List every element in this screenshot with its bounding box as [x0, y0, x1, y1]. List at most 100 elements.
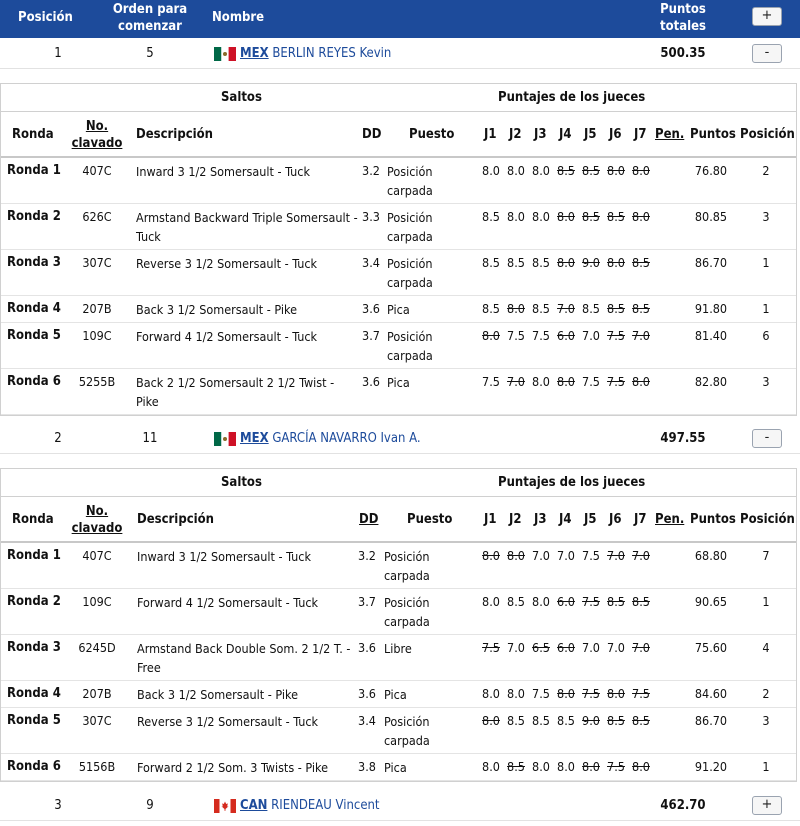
detail-column-header: Ronda No. clavado Descripción DD Puesto J1 J2 J… [1, 112, 796, 158]
judge-score: 8.0 [482, 548, 500, 563]
col-pen[interactable]: Pen. [655, 127, 684, 142]
athlete-name[interactable]: GARCÍA NAVARRO Ivan A. [269, 431, 420, 446]
judge-score: 8.0 [532, 759, 550, 774]
dive-round: Ronda 4 [7, 686, 61, 701]
athlete-name-link[interactable]: MEX BERLIN REYES Kevin [214, 46, 391, 61]
dive-position: Posición carpada [387, 329, 433, 363]
dive-points: 81.40 [694, 328, 728, 343]
dive-description: Back 2 1/2 Somersault 2 1/2 Twist - Pike [136, 375, 335, 409]
col-posicion: Posición [740, 512, 795, 527]
judge-score: 8.0 [557, 374, 575, 389]
dive-round: Ronda 6 [7, 374, 61, 389]
athlete-name-link[interactable]: CAN RIENDEAU Vincent [214, 798, 380, 813]
athlete-row[interactable]: 3 9 CAN RIENDEAU Vincent 462.70 + [0, 791, 800, 821]
col-j5: J5 [584, 127, 597, 142]
athlete-start-order: 9 [146, 798, 154, 813]
detail-group-header: Saltos Puntajes de los jueces [1, 84, 796, 112]
dive-row: Ronda 2 109C Forward 4 1/2 Somersault - Tu… [1, 589, 796, 635]
judge-score: 8.5 [507, 594, 525, 609]
athlete-name-link[interactable]: MEX GARCÍA NAVARRO Ivan A. [214, 431, 421, 446]
col-j2: J2 [509, 512, 522, 527]
mexico-flag-icon [214, 432, 236, 446]
dive-number: 407C [82, 163, 112, 178]
athlete-name[interactable]: BERLIN REYES Kevin [269, 46, 391, 61]
judge-score: 8.0 [557, 759, 575, 774]
judge-score: 7.5 [607, 374, 625, 389]
expand-all-button[interactable]: + [752, 7, 782, 26]
col-no-clavado[interactable]: No. clavado [71, 503, 123, 537]
group-header-puntajes: Puntajes de los jueces [498, 90, 646, 105]
judge-score: 8.5 [557, 713, 575, 728]
judge-score: 8.5 [507, 713, 525, 728]
collapse-button[interactable]: - [752, 429, 782, 448]
dive-rank: 1 [762, 759, 770, 774]
athlete-position: 3 [54, 798, 62, 813]
judge-score: 8.0 [507, 209, 525, 224]
col-no-clavado[interactable]: No. clavado [71, 118, 123, 152]
dive-dd: 3.7 [358, 594, 376, 609]
athlete-noc[interactable]: CAN [240, 798, 267, 813]
judge-score: 8.0 [607, 163, 625, 178]
dive-position: Posición carpada [384, 549, 430, 583]
col-descripcion: Descripción [136, 127, 213, 142]
judge-score: 7.0 [582, 640, 600, 655]
dive-number: 307C [82, 255, 112, 270]
dive-description: Reverse 3 1/2 Somersault - Tuck [137, 714, 319, 729]
judge-score: 7.0 [607, 640, 625, 655]
dive-points: 80.85 [694, 209, 728, 224]
dive-number: 407C [82, 548, 112, 563]
col-j1: J1 [484, 512, 497, 527]
judge-score: 7.5 [632, 686, 650, 701]
judge-score: 8.0 [507, 163, 525, 178]
dive-details-table: Saltos Puntajes de los jueces Ronda No. cla… [0, 83, 797, 416]
judge-score: 8.0 [507, 686, 525, 701]
judge-score: 8.0 [557, 255, 575, 270]
judge-score: 8.0 [482, 686, 500, 701]
athlete-noc[interactable]: MEX [240, 46, 269, 61]
judge-score: 8.5 [607, 713, 625, 728]
judge-score: 7.5 [607, 328, 625, 343]
col-pen[interactable]: Pen. [655, 512, 684, 527]
judge-score: 8.0 [532, 163, 550, 178]
judge-score: 6.0 [557, 328, 575, 343]
dive-position: Pica [384, 760, 407, 775]
athlete-noc[interactable]: MEX [240, 431, 269, 446]
judge-score: 8.0 [557, 686, 575, 701]
judge-score: 8.5 [557, 163, 575, 178]
dive-position: Posición carpada [387, 210, 433, 244]
dive-number: 307C [82, 713, 112, 728]
dive-round: Ronda 2 [7, 594, 61, 609]
collapse-button[interactable]: - [752, 44, 782, 63]
expand-button[interactable]: + [752, 796, 782, 815]
judge-score: 8.5 [632, 713, 650, 728]
dive-dd: 3.2 [358, 548, 376, 563]
judge-score: 8.5 [582, 301, 600, 316]
dive-row: Ronda 5 307C Reverse 3 1/2 Somersault - Tu… [1, 708, 796, 754]
dive-description: Forward 4 1/2 Somersault - Tuck [137, 595, 319, 610]
dive-rank: 1 [762, 301, 770, 316]
judge-score: 7.5 [607, 759, 625, 774]
judge-score: 8.5 [482, 301, 500, 316]
athlete-name[interactable]: RIENDEAU Vincent [267, 798, 379, 813]
dive-round: Ronda 3 [7, 640, 61, 655]
judge-score: 7.0 [632, 640, 650, 655]
col-ronda: Ronda [12, 512, 54, 527]
dive-round: Ronda 5 [7, 713, 61, 728]
judge-score: 8.0 [482, 163, 500, 178]
dive-row: Ronda 4 207B Back 3 1/2 Somersault - Pike 3… [1, 681, 796, 708]
dive-dd: 3.4 [362, 255, 380, 270]
athlete-row[interactable]: 2 11 MEX GARCÍA NAVARRO Ivan A. 497.55 - [0, 424, 800, 454]
judge-score: 7.0 [557, 301, 575, 316]
dive-row: Ronda 6 5255B Back 2 1/2 Somersault 2 1/2 … [1, 369, 796, 415]
col-puntos: Puntos [690, 127, 736, 142]
athlete-row[interactable]: 1 5 MEX BERLIN REYES Kevin 500.35 - [0, 39, 800, 69]
judge-score: 8.0 [507, 301, 525, 316]
dive-row: Ronda 2 626C Armstand Backward Triple Some… [1, 204, 796, 250]
athlete-position: 2 [54, 431, 62, 446]
col-dd[interactable]: DD [359, 512, 378, 527]
judge-score: 7.0 [582, 328, 600, 343]
col-j7: J7 [634, 512, 647, 527]
dive-number: 109C [82, 594, 112, 609]
judge-score: 8.0 [607, 686, 625, 701]
dive-points: 86.70 [694, 713, 728, 728]
